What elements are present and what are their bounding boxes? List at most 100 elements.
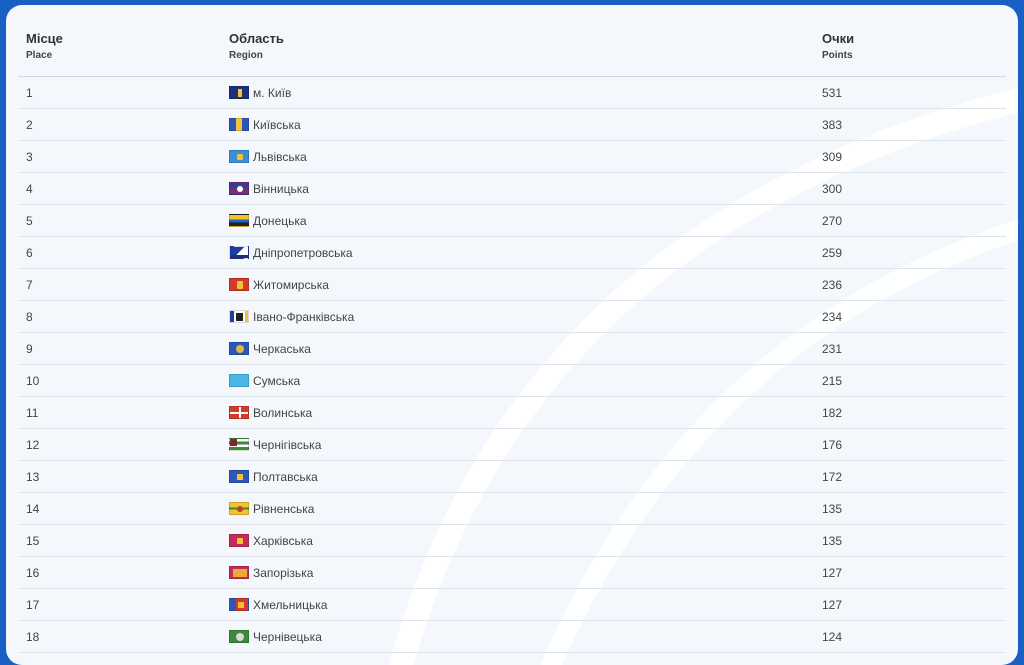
region-cell: Чернівецька bbox=[229, 630, 322, 644]
region-cell: Рівненська bbox=[229, 502, 314, 516]
place-cell: 17 bbox=[26, 598, 40, 612]
region-cell: Харківська bbox=[229, 534, 313, 548]
place-cell: 15 bbox=[26, 534, 40, 548]
place-cell: 6 bbox=[26, 246, 33, 260]
points-cell: 309 bbox=[822, 150, 843, 164]
points-cell: 300 bbox=[822, 182, 843, 196]
khmelnytskyi-flag-icon bbox=[229, 598, 249, 611]
region-name: Запорізька bbox=[253, 566, 314, 580]
region-name: Харківська bbox=[253, 534, 313, 548]
donetsk-flag-icon bbox=[229, 214, 249, 227]
points-cell: 231 bbox=[822, 342, 843, 356]
region-name: Дніпропетровська bbox=[253, 246, 353, 260]
region-cell: м. Київ bbox=[229, 86, 291, 100]
region-name: Полтавська bbox=[253, 470, 318, 484]
place-cell: 4 bbox=[26, 182, 33, 196]
points-cell: 182 bbox=[822, 406, 843, 420]
points-cell: 172 bbox=[822, 470, 843, 484]
points-cell: 383 bbox=[822, 118, 843, 132]
standings-table: Місце Place Область Region Очки Points 1… bbox=[18, 23, 1006, 653]
table-row: 7 Житомирська 236 bbox=[18, 269, 1006, 301]
place-cell: 11 bbox=[26, 406, 39, 420]
place-cell: 3 bbox=[26, 150, 33, 164]
place-cell: 16 bbox=[26, 566, 40, 580]
place-cell: 13 bbox=[26, 470, 40, 484]
region-cell: Дніпропетровська bbox=[229, 246, 353, 260]
kyiv-oblast-flag-icon bbox=[229, 118, 249, 131]
ivano-frankivsk-flag-icon bbox=[229, 310, 249, 323]
region-cell: Черкаська bbox=[229, 342, 311, 356]
region-cell: Волинська bbox=[229, 406, 312, 420]
rivne-flag-icon bbox=[229, 502, 249, 515]
dnipro-flag-icon bbox=[229, 246, 249, 259]
header-place: Місце Place bbox=[26, 31, 63, 61]
volyn-flag-icon bbox=[229, 406, 249, 419]
region-name: Житомирська bbox=[253, 278, 329, 292]
table-header: Місце Place Область Region Очки Points bbox=[18, 23, 1006, 77]
table-row: 16 Запорізька 127 bbox=[18, 557, 1006, 589]
points-cell: 259 bbox=[822, 246, 843, 260]
table-row: 6 Дніпропетровська 259 bbox=[18, 237, 1006, 269]
points-cell: 127 bbox=[822, 566, 843, 580]
region-name: Черкаська bbox=[253, 342, 311, 356]
lviv-flag-icon bbox=[229, 150, 249, 163]
region-cell: Хмельницька bbox=[229, 598, 327, 612]
region-cell: Чернігівська bbox=[229, 438, 321, 452]
region-name: Київська bbox=[253, 118, 301, 132]
region-cell: Львівська bbox=[229, 150, 307, 164]
region-cell: Полтавська bbox=[229, 470, 318, 484]
points-cell: 236 bbox=[822, 278, 843, 292]
region-name: Вінницька bbox=[253, 182, 309, 196]
table-row: 5 Донецька 270 bbox=[18, 205, 1006, 237]
region-name: Львівська bbox=[253, 150, 307, 164]
region-cell: Запорізька bbox=[229, 566, 313, 580]
place-cell: 9 bbox=[26, 342, 33, 356]
table-row: 14 Рівненська 135 bbox=[18, 493, 1006, 525]
region-name: Чернігівська bbox=[253, 438, 322, 452]
table-row: 18 Чернівецька 124 bbox=[18, 621, 1006, 653]
zaporizhzhia-flag-icon bbox=[229, 566, 249, 579]
table-row: 17 Хмельницька 127 bbox=[18, 589, 1006, 621]
place-cell: 7 bbox=[26, 278, 33, 292]
table-row: 8 Івано-Франківська 234 bbox=[18, 301, 1006, 333]
table-row: 15 Харківська 135 bbox=[18, 525, 1006, 557]
chernivtsi-flag-icon bbox=[229, 630, 249, 643]
region-cell: Житомирська bbox=[229, 278, 329, 292]
points-cell: 127 bbox=[822, 598, 843, 612]
cherkasy-flag-icon bbox=[229, 342, 249, 355]
region-cell: Донецька bbox=[229, 214, 307, 228]
table-row: 2 Київська 383 bbox=[18, 109, 1006, 141]
table-row: 4 Вінницька 300 bbox=[18, 173, 1006, 205]
points-cell: 124 bbox=[822, 630, 843, 644]
results-card: Місце Place Область Region Очки Points 1… bbox=[6, 5, 1018, 665]
region-name: Сумська bbox=[253, 374, 301, 388]
table-body: 1 м. Київ 531 2 Київська 383 3 Львівська 309 4 Він… bbox=[18, 77, 1006, 653]
header-points: Очки Points bbox=[822, 31, 855, 61]
table-row: 9 Черкаська 231 bbox=[18, 333, 1006, 365]
table-row: 10 Сумська 215 bbox=[18, 365, 1006, 397]
kharkiv-flag-icon bbox=[229, 534, 249, 547]
place-cell: 2 bbox=[26, 118, 33, 132]
place-cell: 14 bbox=[26, 502, 40, 516]
region-name: Хмельницька bbox=[253, 598, 328, 612]
place-cell: 5 bbox=[26, 214, 33, 228]
points-cell: 234 bbox=[822, 310, 843, 324]
chernihiv-flag-icon bbox=[229, 438, 249, 451]
points-cell: 215 bbox=[822, 374, 843, 388]
points-cell: 135 bbox=[822, 534, 843, 548]
region-name: Волинська bbox=[253, 406, 313, 420]
table-row: 1 м. Київ 531 bbox=[18, 77, 1006, 109]
vinnytsia-flag-icon bbox=[229, 182, 249, 195]
poltava-flag-icon bbox=[229, 470, 249, 483]
table-row: 3 Львівська 309 bbox=[18, 141, 1006, 173]
region-cell: Івано-Франківська bbox=[229, 310, 354, 324]
region-name: Донецька bbox=[253, 214, 307, 228]
region-name: Рівненська bbox=[253, 502, 315, 516]
place-cell: 8 bbox=[26, 310, 33, 324]
header-region: Область Region bbox=[229, 31, 284, 61]
points-cell: 176 bbox=[822, 438, 843, 452]
place-cell: 10 bbox=[26, 374, 40, 388]
region-cell: Сумська bbox=[229, 374, 300, 388]
place-cell: 1 bbox=[26, 86, 33, 100]
place-cell: 18 bbox=[26, 630, 40, 644]
